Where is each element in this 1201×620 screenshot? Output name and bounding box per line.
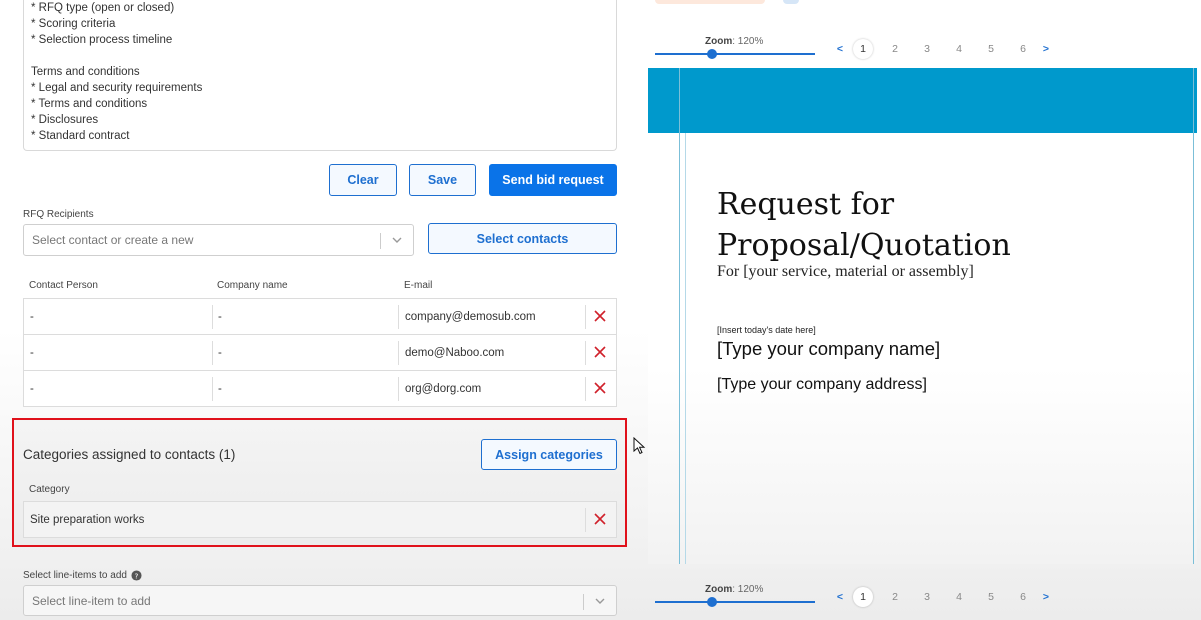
svg-text:?: ? (135, 571, 139, 580)
document-margin-line (1193, 68, 1194, 564)
document-company-name: [Type your company name] (717, 338, 941, 359)
prev-page-button[interactable]: < (835, 43, 845, 55)
rfq-text-line: * Selection process timeline (31, 34, 173, 46)
contact-person-cell: - (30, 310, 34, 323)
table-row: Site preparation works (23, 501, 617, 538)
page-2-button[interactable]: 2 (879, 591, 911, 603)
column-category: Category (29, 484, 70, 495)
help-icon[interactable]: ? (131, 570, 142, 581)
contact-person-cell: - (30, 382, 34, 395)
page-6-button[interactable]: 6 (1007, 43, 1039, 55)
column-email: E-mail (404, 280, 433, 291)
email-cell: org@dorg.com (405, 382, 482, 395)
page-navigation: < 1 2 3 4 5 6 > (835, 587, 1051, 607)
line-item-select-placeholder: Select line-item to add (32, 593, 151, 608)
document-company-address: [Type your company address] (717, 376, 927, 393)
table-row: - - org@dorg.com (23, 370, 617, 407)
company-name-cell: - (218, 310, 222, 323)
remove-icon[interactable] (592, 380, 608, 396)
zoom-slider-handle[interactable] (707, 49, 717, 59)
chevron-down-icon[interactable] (593, 594, 607, 608)
viewer-toolbar-bottom: Zoom: 120% < 1 2 3 4 5 6 > (655, 584, 1065, 610)
page-4-button[interactable]: 4 (943, 591, 975, 603)
mouse-cursor-icon (633, 437, 646, 455)
column-contact-person: Contact Person (29, 280, 98, 291)
rfq-text-line: * Disclosures (31, 114, 99, 126)
page-1-button[interactable]: 1 (853, 587, 873, 607)
chevron-down-icon[interactable] (390, 233, 404, 247)
remove-icon[interactable] (592, 344, 608, 360)
document-title: Request for Proposal/Quotation (717, 187, 1011, 263)
email-cell: company@demosub.com (405, 310, 536, 323)
line-items-label-text: Select line-items to add (23, 570, 127, 581)
page-3-button[interactable]: 3 (911, 43, 943, 55)
select-separator (583, 594, 584, 610)
page-5-button[interactable]: 5 (975, 43, 1007, 55)
page-5-button[interactable]: 5 (975, 591, 1007, 603)
company-name-cell: - (218, 382, 222, 395)
line-items-label: Select line-items to add ? (23, 570, 142, 581)
zoom-label: Zoom: 120% (705, 584, 764, 595)
document-margin-line (679, 68, 680, 564)
company-name-cell: - (218, 346, 222, 359)
rfq-text-line: * Scoring criteria (31, 18, 116, 30)
rfq-text-line (31, 48, 609, 64)
next-page-button[interactable]: > (1041, 43, 1051, 55)
rfq-text-line: * Terms and conditions (31, 98, 148, 110)
rfq-recipients-label: RFQ Recipients (23, 209, 94, 220)
document-subtitle: For [your service, material or assembly] (717, 263, 974, 280)
send-bid-request-button[interactable]: Send bid request (489, 164, 617, 196)
zoom-slider-handle[interactable] (707, 597, 717, 607)
zoom-label: Zoom: 120% (705, 36, 764, 47)
line-item-select[interactable]: Select line-item to add (23, 585, 617, 616)
remove-icon[interactable] (592, 308, 608, 324)
rfq-text-line: * Legal and security requirements (31, 82, 203, 94)
select-contacts-button[interactable]: Select contacts (428, 223, 617, 254)
save-button[interactable]: Save (409, 164, 476, 196)
table-row: - - company@demosub.com (23, 298, 617, 335)
clear-button[interactable]: Clear (329, 164, 397, 196)
page-6-button[interactable]: 6 (1007, 591, 1039, 603)
document-header-band (648, 68, 1197, 133)
viewer-toolbar-top: Zoom: 120% < 1 2 3 4 5 6 > (655, 36, 1065, 62)
page-2-button[interactable]: 2 (879, 43, 911, 55)
prev-page-button[interactable]: < (835, 591, 845, 603)
page-3-button[interactable]: 3 (911, 591, 943, 603)
rfq-text-line: * RFQ type (open or closed) (31, 2, 175, 14)
document-preview: Request for Proposal/Quotation For [your… (648, 68, 1197, 564)
rfq-form-panel: * RFQ type (open or closed) * Scoring cri… (0, 0, 640, 620)
table-row: - - demo@Naboo.com (23, 334, 617, 371)
column-company-name: Company name (217, 280, 288, 291)
zoom-slider-track[interactable] (655, 601, 815, 603)
contact-select[interactable]: Select contact or create a new (23, 224, 414, 256)
select-separator (380, 233, 381, 249)
email-cell: demo@Naboo.com (405, 346, 505, 359)
page-navigation: < 1 2 3 4 5 6 > (835, 39, 1051, 59)
page-1-button[interactable]: 1 (853, 39, 873, 59)
category-cell: Site preparation works (30, 513, 145, 526)
remove-icon[interactable] (592, 511, 608, 527)
contact-person-cell: - (30, 346, 34, 359)
toolbar-edge (655, 0, 765, 4)
rfq-text-line: * Standard contract (31, 130, 130, 142)
document-date: [Insert today's date here] (717, 325, 816, 335)
next-page-button[interactable]: > (1041, 591, 1051, 603)
rfq-text-line: Terms and conditions (31, 66, 140, 78)
rfq-description-textarea[interactable]: * RFQ type (open or closed) * Scoring cri… (23, 0, 617, 151)
assign-categories-button[interactable]: Assign categories (481, 439, 617, 470)
toolbar-edge-dot (783, 0, 799, 4)
document-margin-line (685, 133, 686, 564)
contact-select-placeholder: Select contact or create a new (32, 233, 194, 247)
zoom-slider-track[interactable] (655, 53, 815, 55)
page-4-button[interactable]: 4 (943, 43, 975, 55)
categories-title: Categories assigned to contacts (1) (23, 447, 236, 462)
